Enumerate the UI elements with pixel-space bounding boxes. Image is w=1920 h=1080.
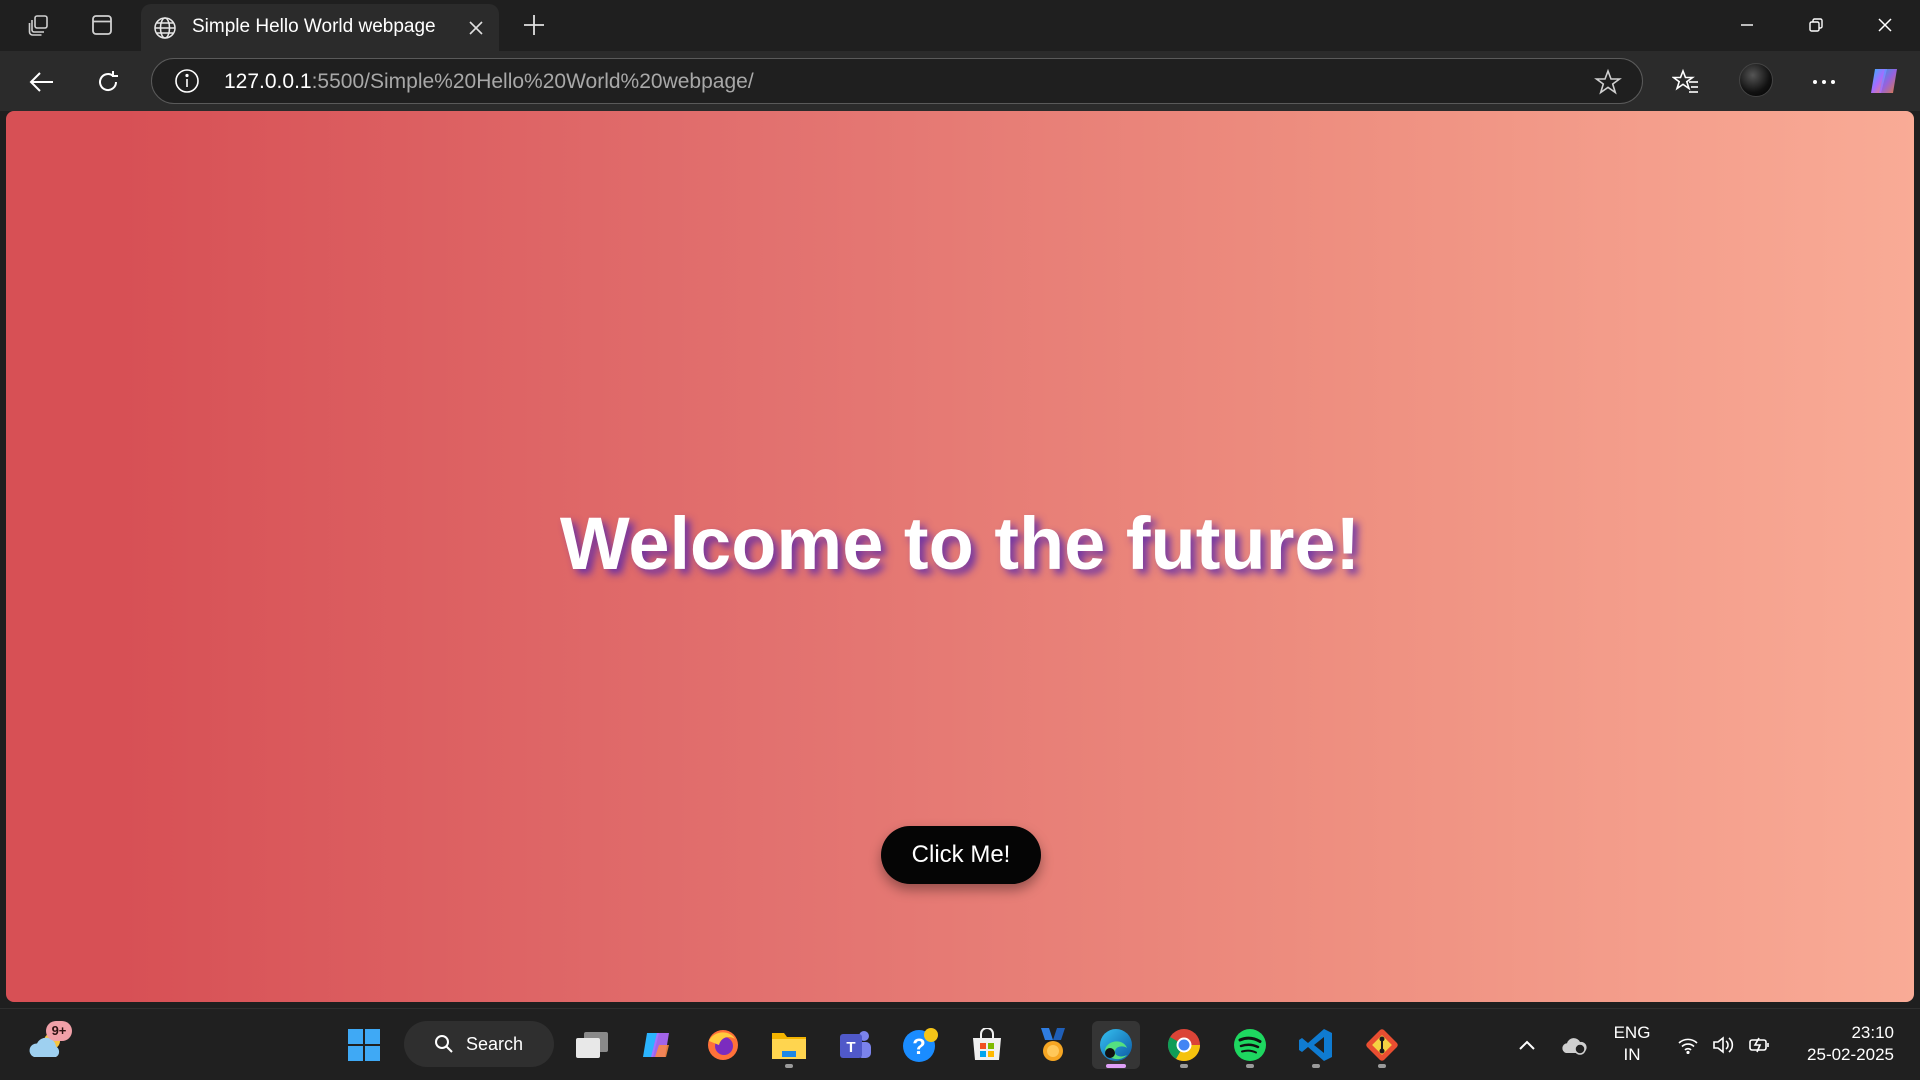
clock-time: 23:10 [1851,1023,1894,1042]
git-icon[interactable] [1358,1021,1406,1069]
webpage-content: Welcome to the future! Click Me! [6,111,1914,1002]
running-indicator [1312,1064,1320,1068]
restore-icon[interactable] [1787,6,1845,44]
volume-icon[interactable] [1709,1031,1737,1059]
taskbar-search[interactable]: Search [404,1021,554,1067]
favorite-star-icon[interactable] [1594,68,1622,96]
language-code: ENG [1613,1023,1651,1042]
notification-badge: 9+ [46,1021,72,1041]
spotify-icon[interactable] [1226,1021,1274,1069]
task-view-icon[interactable] [568,1021,616,1069]
vertical-tabs-icon[interactable] [86,9,118,41]
system-clock[interactable]: 23:10 25-02-2025 [1790,1022,1894,1066]
svg-text:T: T [846,1039,855,1056]
edge-icon[interactable] [1092,1021,1140,1069]
url-path: :5500/Simple%20Hello%20World%20webpage/ [311,70,754,93]
running-indicator [1246,1064,1254,1068]
onedrive-cloud-icon[interactable] [1560,1031,1588,1059]
battery-charging-icon[interactable] [1746,1031,1774,1059]
running-indicator [1180,1064,1188,1068]
copilot-icon[interactable] [1867,63,1903,99]
browser-toolbar: 127.0.0.1:5500/Simple%20Hello%20World%20… [0,51,1920,111]
chrome-icon[interactable] [1160,1021,1208,1069]
copilot-app-icon[interactable] [633,1021,681,1069]
active-indicator [1106,1064,1126,1068]
title-bar: Simple Hello World webpage [0,0,1920,51]
get-help-icon[interactable]: ? [897,1021,945,1069]
show-hidden-icons-chevron-up-icon[interactable] [1513,1031,1541,1059]
running-indicator [1378,1064,1386,1068]
click-me-button[interactable]: Click Me! [881,826,1041,884]
firefox-icon[interactable] [699,1021,747,1069]
welcome-heading: Welcome to the future! [559,502,1361,585]
taskbar: 9+ Search T ? ENG IN 23:10 25-02-2025 [0,1008,1920,1080]
file-explorer-icon[interactable] [765,1021,813,1069]
region-code: IN [1623,1045,1641,1064]
vscode-icon[interactable] [1292,1021,1340,1069]
svg-text:?: ? [912,1034,925,1059]
teams-icon[interactable]: T [831,1021,879,1069]
favorites-icon[interactable] [1667,63,1705,101]
workspaces-icon[interactable] [23,9,55,41]
search-icon [434,1034,454,1054]
globe-icon [153,16,177,40]
microsoft-store-icon[interactable] [963,1021,1011,1069]
tab-title: Simple Hello World webpage [192,16,436,37]
medal-icon[interactable] [1029,1021,1077,1069]
address-bar[interactable]: 127.0.0.1:5500/Simple%20Hello%20World%20… [151,58,1643,104]
running-indicator [785,1064,793,1068]
more-options-icon[interactable] [1805,63,1843,101]
windows-start-icon[interactable] [340,1021,388,1069]
search-label: Search [466,1034,524,1054]
url-text[interactable]: 127.0.0.1:5500/Simple%20Hello%20World%20… [224,70,754,94]
back-icon[interactable] [22,63,60,101]
tab-active[interactable]: Simple Hello World webpage [141,4,499,51]
refresh-icon[interactable] [89,63,127,101]
clock-date: 25-02-2025 [1807,1045,1894,1064]
info-icon[interactable] [174,68,200,94]
minimize-icon[interactable] [1718,6,1776,44]
new-tab-icon[interactable] [518,9,550,41]
profile-avatar[interactable] [1739,63,1773,97]
url-host: 127.0.0.1 [224,70,312,93]
close-window-icon[interactable] [1856,6,1914,44]
close-tab-icon[interactable] [463,15,489,41]
wifi-icon[interactable] [1674,1031,1702,1059]
language-indicator[interactable]: ENG IN [1610,1022,1654,1066]
